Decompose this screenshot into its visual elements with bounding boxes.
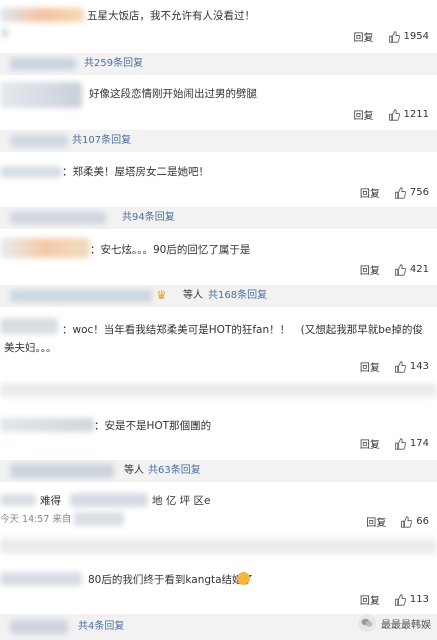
like-count: 1954 xyxy=(403,31,429,42)
reply-thread-bar: 共107条回复 xyxy=(0,130,437,152)
wechat-logo-icon xyxy=(358,614,376,632)
emoji-icon xyxy=(237,572,250,585)
comment-timestamp: 今天 14:57 来自 xyxy=(0,514,72,525)
like-count: 174 xyxy=(409,438,429,449)
reply-thread-bar: 共259条回复 xyxy=(0,53,437,75)
comment-actions: 回复 113 xyxy=(360,592,429,607)
comment-text: 80后的我们终于看到kangta结婚了 xyxy=(88,574,254,586)
reply-button[interactable]: 回复 xyxy=(354,107,374,122)
view-replies-link[interactable]: 共107条回复 xyxy=(72,130,131,152)
comment-actions: 回复 1211 xyxy=(354,107,429,122)
thumbs-up-icon[interactable] xyxy=(394,437,406,450)
like-count: 113 xyxy=(409,594,429,605)
reply-button[interactable]: 回复 xyxy=(360,592,380,607)
view-replies-link[interactable]: 共4条回复 xyxy=(78,614,124,640)
comment-text: ：郑柔美！屋塔房女二是她吧！ xyxy=(62,166,209,178)
view-replies-link[interactable]: 共168条回复 xyxy=(208,285,267,307)
reply-button[interactable]: 回复 xyxy=(354,29,374,44)
like-count: 1211 xyxy=(403,109,429,120)
thumbs-up-icon[interactable] xyxy=(394,263,406,276)
comment-text: ：安是不是HOT那個團的 xyxy=(94,420,212,432)
thumbs-up-icon[interactable] xyxy=(394,593,406,606)
reply-thread-bar: 共94条回复 xyxy=(0,207,437,229)
reply-thread-bar: ♛ 等人 共168条回复 xyxy=(0,285,437,307)
view-replies-link[interactable]: 共94条回复 xyxy=(122,207,175,229)
like-count: 66 xyxy=(416,516,429,527)
thumbs-up-icon[interactable] xyxy=(394,186,406,199)
watermark-text: 最最最韩娱 xyxy=(381,619,431,631)
comment-text: ：安七炫。。。90后的回忆了属于是 xyxy=(90,244,251,256)
reply-button[interactable]: 回复 xyxy=(366,514,386,529)
view-replies-link[interactable]: 共259条回复 xyxy=(84,53,143,75)
comment-actions: 回复 421 xyxy=(360,262,429,277)
like-count: 421 xyxy=(409,264,429,275)
thumbs-up-icon[interactable] xyxy=(394,360,406,373)
thumbs-up-icon[interactable] xyxy=(388,108,400,121)
reply-button[interactable]: 回复 xyxy=(360,436,380,451)
reply-button[interactable]: 回复 xyxy=(360,359,380,374)
comment-text: 好像这段恋情刚开始闹出过男的劈腿 xyxy=(89,88,257,100)
comment-actions: 回复 143 xyxy=(360,359,429,374)
comment-actions: 回复 1954 xyxy=(354,29,429,44)
thumbs-up-icon[interactable] xyxy=(400,515,413,528)
like-count: 143 xyxy=(409,361,429,372)
reply-thread-bar: 等人 共63条回复 xyxy=(0,460,437,482)
reply-button[interactable]: 回复 xyxy=(360,185,380,200)
comment-location: 地 亿 坪 区e xyxy=(152,495,211,507)
comment-text: ：woc！当年看我结郑柔美可是HOT的狂fan！！ (又想起我那早就be掉的俊美… xyxy=(4,324,423,354)
comment-actions: 回复 756 xyxy=(360,185,429,200)
like-count: 756 xyxy=(409,187,429,198)
thumbs-up-icon[interactable] xyxy=(388,30,400,43)
comment-text: 五星大饭店，我不允许有人没看过！ xyxy=(87,10,255,22)
watermark: 最最最韩娱 xyxy=(358,614,431,632)
comment-text: 难得 xyxy=(40,495,61,507)
reply-button[interactable]: 回复 xyxy=(360,262,380,277)
crown-icon: ♛ xyxy=(156,288,167,302)
view-replies-link[interactable]: 共63条回复 xyxy=(148,460,201,482)
comment-actions: 回复 174 xyxy=(360,436,429,451)
reply-thread-users: 等人 xyxy=(183,290,203,301)
comment-actions: 回复 66 xyxy=(366,514,429,529)
reply-thread-users: 等人 xyxy=(124,465,144,476)
